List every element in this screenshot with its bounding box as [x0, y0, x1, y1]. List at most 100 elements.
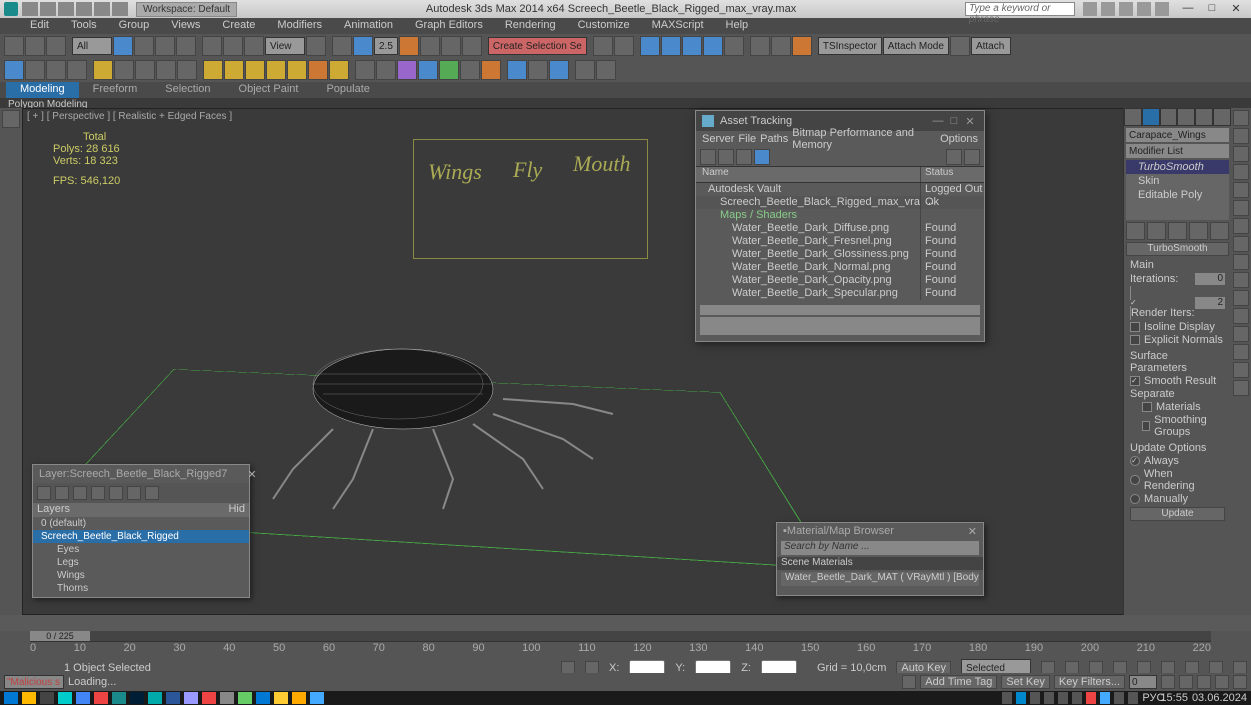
menu-create[interactable]: Create: [212, 18, 265, 34]
beetle-model[interactable]: [253, 329, 633, 519]
asset-menu-bitmap[interactable]: Bitmap Performance and Memory: [792, 127, 936, 151]
render-iters-spinner[interactable]: 2: [1195, 297, 1225, 309]
subscription-icon[interactable]: [1101, 2, 1115, 16]
qat-open-icon[interactable]: [40, 2, 56, 16]
asset-tool-b-icon[interactable]: [964, 149, 980, 165]
display-tab-icon[interactable]: [1195, 108, 1213, 126]
stack-turbosmooth[interactable]: TurboSmooth: [1126, 160, 1229, 174]
rvb-icon-11[interactable]: [1233, 290, 1249, 306]
layer-delete-icon[interactable]: [55, 486, 69, 500]
rvb-icon-7[interactable]: [1233, 218, 1249, 234]
select-rect-icon[interactable]: [155, 36, 175, 56]
rvb-icon-9[interactable]: [1233, 254, 1249, 270]
rvb-icon-6[interactable]: [1233, 200, 1249, 216]
tb2-icon-18[interactable]: [355, 60, 375, 80]
tab-selection[interactable]: Selection: [151, 82, 224, 98]
light-ies-icon[interactable]: [287, 60, 307, 80]
material-editor-icon[interactable]: [724, 36, 744, 56]
create-tab-icon[interactable]: [1124, 108, 1142, 126]
always-radio[interactable]: [1130, 456, 1140, 466]
volume-icon[interactable]: [1128, 692, 1138, 704]
materials-checkbox[interactable]: [1142, 402, 1152, 412]
layer-row-thorns[interactable]: Thorns: [33, 582, 249, 595]
light-icon-1[interactable]: [93, 60, 113, 80]
asset-col-name[interactable]: Name: [696, 167, 921, 182]
qat-redo-icon[interactable]: [94, 2, 110, 16]
tb-app-6-icon[interactable]: [202, 692, 216, 704]
tray-icon-4[interactable]: [1072, 692, 1082, 704]
scale-icon[interactable]: [244, 36, 264, 56]
wifi-icon[interactable]: [1114, 692, 1124, 704]
layer-row-wings[interactable]: Wings: [33, 569, 249, 582]
rvb-icon-12[interactable]: [1233, 308, 1249, 324]
scene-text-mouth[interactable]: Mouth: [573, 151, 630, 177]
material-browser-titlebar[interactable]: ▪ Material/Map Browser ✕: [777, 523, 983, 539]
layer-col-hide[interactable]: Hid: [228, 503, 245, 517]
menu-tools[interactable]: Tools: [61, 18, 107, 34]
scene-text-fly[interactable]: Fly: [513, 157, 542, 183]
taskview-icon[interactable]: [40, 692, 54, 704]
tb2-icon-21[interactable]: [418, 60, 438, 80]
time-slider-handle[interactable]: 0 / 225: [30, 631, 90, 641]
time-config-icon[interactable]: [1161, 675, 1175, 689]
isoline-checkbox[interactable]: [1130, 322, 1140, 332]
rvb-icon-15[interactable]: [1233, 362, 1249, 378]
time-slider-track[interactable]: 0 / 225: [30, 631, 1211, 641]
rvb-icon-3[interactable]: [1233, 146, 1249, 162]
tray-icon-1[interactable]: [1030, 692, 1040, 704]
modifier-list-combo[interactable]: Modifier List: [1126, 144, 1229, 158]
layer-new-icon[interactable]: [37, 486, 51, 500]
chrome-icon[interactable]: [76, 692, 90, 704]
asset-menu-server[interactable]: Server: [702, 133, 734, 145]
spinner-snap-icon[interactable]: [462, 36, 482, 56]
tb-app-64-icon[interactable]: [94, 692, 108, 704]
named-selection-set[interactable]: Create Selection Se: [488, 37, 587, 55]
layer-close-icon[interactable]: ✕: [247, 468, 256, 481]
orbit-icon[interactable]: [1197, 675, 1211, 689]
manipulate-icon[interactable]: [332, 36, 352, 56]
update-button[interactable]: Update: [1130, 507, 1225, 521]
asset-row-diffuse[interactable]: Water_Beetle_Dark_Diffuse.pngFound: [696, 222, 984, 235]
attach-button[interactable]: Attach: [971, 37, 1011, 55]
asset-scrollbar[interactable]: [700, 305, 980, 315]
layer-hide-icon[interactable]: [127, 486, 141, 500]
word-icon[interactable]: [166, 692, 180, 704]
help-icon[interactable]: [1155, 2, 1169, 16]
undo-icon[interactable]: [4, 36, 24, 56]
select-by-name-icon[interactable]: [134, 36, 154, 56]
asset-row-glossiness[interactable]: Water_Beetle_Dark_Glossiness.pngFound: [696, 248, 984, 261]
pan-icon[interactable]: [1179, 675, 1193, 689]
tb2-icon-29[interactable]: [596, 60, 616, 80]
render-setup-icon[interactable]: [750, 36, 770, 56]
tb-app-1-icon[interactable]: [58, 692, 72, 704]
key-filters-button[interactable]: Key Filters...: [1054, 675, 1125, 689]
asset-highlight-icon[interactable]: [754, 149, 770, 165]
layer-freeze-icon[interactable]: [145, 486, 159, 500]
maxscript-mini-listener[interactable]: [4, 675, 64, 689]
menu-edit[interactable]: Edit: [20, 18, 59, 34]
link-icon[interactable]: [46, 36, 66, 56]
mirror-icon[interactable]: [593, 36, 613, 56]
tab-populate[interactable]: Populate: [312, 82, 383, 98]
scene-materials-label[interactable]: Scene Materials: [777, 557, 983, 570]
clock-time[interactable]: 15:55: [1160, 692, 1188, 704]
workspace-selector[interactable]: Workspace: Default: [136, 2, 237, 17]
menu-graph-editors[interactable]: Graph Editors: [405, 18, 493, 34]
time-ruler[interactable]: 0102030405060708090100110120130140150160…: [30, 641, 1211, 661]
tray-icon-3[interactable]: [1058, 692, 1068, 704]
angle-snap-icon[interactable]: [420, 36, 440, 56]
move-icon[interactable]: [202, 36, 222, 56]
vray-tb-icon[interactable]: [4, 60, 24, 80]
search-icon[interactable]: [1083, 2, 1097, 16]
snap-spinner[interactable]: 2.5: [374, 37, 398, 55]
layer-row-rigged[interactable]: Screech_Beetle_Black_Rigged: [33, 530, 249, 543]
app-icon[interactable]: [4, 2, 18, 16]
rvb-icon-14[interactable]: [1233, 344, 1249, 360]
tsinspector-button[interactable]: TSInspector: [818, 37, 882, 55]
tray-icon-2[interactable]: [1044, 692, 1054, 704]
rvb-icon-10[interactable]: [1233, 272, 1249, 288]
favorites-icon[interactable]: [1137, 2, 1151, 16]
align-icon[interactable]: [614, 36, 634, 56]
tb2-icon-3[interactable]: [46, 60, 66, 80]
asset-row-normal[interactable]: Water_Beetle_Dark_Normal.pngFound: [696, 261, 984, 274]
